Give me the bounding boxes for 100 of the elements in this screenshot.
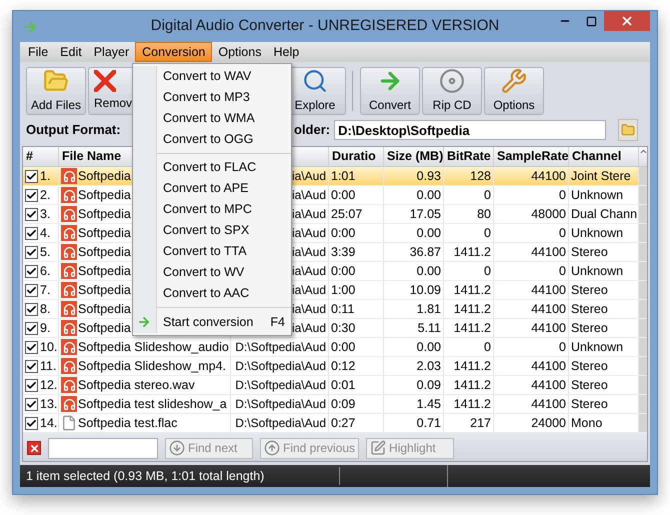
menu-option[interactable]: Convert to OGG [157,129,291,150]
menu-item[interactable]: Edit [54,42,88,62]
bitrate: 1411.2 [454,396,491,413]
column-header[interactable]: Size (MB) [387,147,443,166]
row-number: 3. [40,206,50,223]
checkbox[interactable] [25,170,38,182]
bitrate: 1411.2 [454,300,491,318]
headphones-icon [61,168,77,184]
table-row[interactable]: 11. Softpedia Slideshow_mp4. D:\Softpedia\Aud 0:12 2.03 1411.2 44100 Stereo [23,357,647,376]
file-path: ia\Aud [292,301,326,318]
checkbox[interactable] [25,246,38,258]
sample-rate: 44100 [531,358,566,375]
file-size: 1.45 [416,396,441,413]
headphones-icon [61,358,77,374]
close-find-button[interactable] [27,441,41,455]
folder-field[interactable]: D:\Desktop\Softpedia [334,120,606,140]
channel: Stereo [571,282,608,299]
file-size: 1.81 [416,300,441,318]
duration: 0:12 [331,358,356,375]
checkbox[interactable] [25,340,38,354]
row-number: 2. [40,186,50,204]
toolbar-button[interactable]: Rip CD [422,67,482,115]
sample-rate: 44100 [531,320,566,337]
close-button[interactable] [604,11,650,31]
file-name: Softpedia test slideshow_a [78,396,227,413]
checkbox[interactable] [25,360,38,372]
file-name: Softpedia [78,320,131,337]
duration: 0:11 [331,300,354,318]
sample-rate: 0 [559,338,566,356]
table-row[interactable]: 14. Softpedia test.flac D:\Softpedia\Aud 0:27 0.71 217 24000 Mono [23,414,647,433]
duration: 0:00 [331,262,356,280]
file-path: ia\Aud [292,244,326,261]
file-name: Softpedia [78,168,131,185]
app-icon [22,18,38,34]
find-field[interactable] [48,438,158,458]
column-header[interactable]: Duratio [332,147,376,166]
checkbox[interactable] [25,378,38,392]
channel: Stereo [571,396,608,413]
menu-item[interactable]: Conversion [135,42,212,62]
checkbox[interactable] [25,322,38,334]
file-name: Softpedia stereo.wav [78,376,195,394]
menu-item[interactable]: Player [88,42,136,62]
duration: 0:01 [331,376,356,394]
file-icon [61,415,77,431]
file-size: 0.00 [416,262,441,280]
menu-option[interactable]: Convert to TTA [157,241,291,262]
menu-item[interactable]: Options [212,42,268,62]
table-row[interactable]: 12. Softpedia stereo.wav D:\Softpedia\Aud 0:01 0.09 1411.2 44100 Stereo [23,376,647,395]
file-path: D:\Softpedia\Aud [235,339,326,356]
folder-icon [621,123,636,137]
toolbar-button[interactable]: Convert [360,67,420,115]
close-icon [620,14,634,28]
column-header[interactable]: BitRate [447,147,491,166]
file-path: ia\Aud [292,168,326,185]
duration: 0:09 [331,396,356,413]
bitrate: 1411.2 [454,376,491,394]
checkbox[interactable] [25,226,38,240]
toolbar-button[interactable]: Add Files [26,67,86,115]
menu-option[interactable]: Convert to WV [157,262,291,283]
table-row[interactable]: 10. Softpedia Slideshow_audio D:\Softpedia\Aud 0:00 0.00 0 0 Unknown [23,338,647,357]
file-path: ia\Aud [292,263,326,280]
sample-rate: 44100 [531,282,566,299]
x-icon [94,70,116,92]
maximize-icon [586,16,596,26]
toolbar-button[interactable]: Options [484,67,544,115]
checkbox[interactable] [25,302,38,316]
file-name: Softpedia [78,282,131,299]
file-size: 0.93 [416,168,441,185]
sample-rate: 44100 [531,376,566,394]
wrench-icon [501,68,527,94]
channel: Unknown [571,338,624,356]
sample-rate: 0 [559,262,566,280]
headphones-icon [61,206,77,222]
menu-item[interactable]: File [22,42,54,62]
file-path: D:\Softpedia\Aud [235,377,326,394]
bitrate: 1411.2 [454,358,491,375]
column-header[interactable]: # [26,147,33,166]
column-header[interactable]: File Name [62,147,122,166]
headphones-icon [61,282,77,298]
table-row[interactable]: 13. Softpedia test slideshow_a D:\Softpedia\Aud 0:09 1.45 1411.2 44100 Stereo [23,395,647,414]
column-header[interactable]: SampleRate [497,147,568,166]
file-name: Softpedia test.flac [78,414,178,432]
checkbox[interactable] [25,264,38,278]
bitrate: 1411.2 [454,282,491,299]
checkbox[interactable] [25,208,38,220]
checkbox[interactable] [25,416,38,430]
scroll-up-icon[interactable] [639,147,647,156]
menu-item[interactable]: Help [267,42,306,62]
row-number: 8. [40,300,50,318]
bitrate: 0 [484,186,491,204]
column-header[interactable]: Channel [572,147,622,166]
checkbox[interactable] [25,398,38,410]
bitrate: 0 [484,262,491,280]
bitrate: 0 [484,338,491,356]
file-path: D:\Softpedia\Aud [235,415,326,432]
row-number: 1. [40,168,50,185]
headphones-icon [61,225,77,241]
checkbox[interactable] [25,284,38,296]
checkbox[interactable] [25,188,38,202]
channel: Stereo [571,358,608,375]
